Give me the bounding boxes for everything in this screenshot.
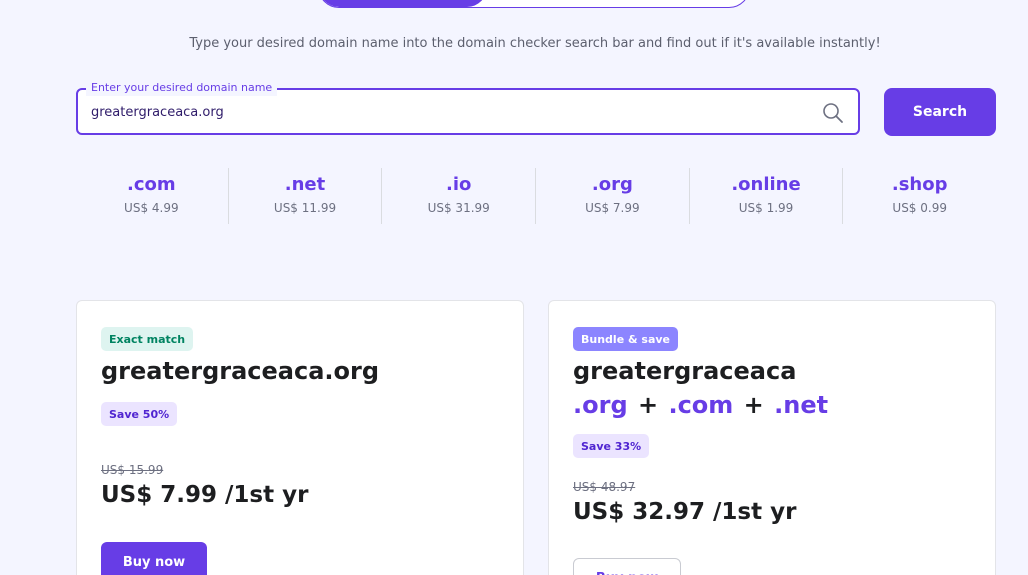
plus-sign: + <box>637 391 659 419</box>
page-subtitle: Type your desired domain name into the d… <box>189 36 881 51</box>
tld-name: .com <box>127 174 176 195</box>
bundle-ext-net: .net <box>774 391 829 419</box>
discounted-price: US$ 7.99 /1st yr <box>101 482 309 508</box>
tld-item-net[interactable]: .net US$ 11.99 <box>229 168 383 224</box>
original-price: US$ 15.99 <box>101 463 164 477</box>
search-icon[interactable] <box>822 102 844 124</box>
buy-bundle-button[interactable]: Buy now <box>573 558 681 575</box>
bundle-card: Bundle & save greatergraceaca .org + .co… <box>548 300 996 575</box>
exact-match-badge: Exact match <box>101 327 194 351</box>
tld-price: US$ 1.99 <box>738 201 794 215</box>
save-badge: Save 50% <box>101 402 178 426</box>
save-badge: Save 33% <box>573 434 650 458</box>
tld-price: US$ 7.99 <box>585 201 640 215</box>
search-mode-toggle[interactable] <box>318 0 750 8</box>
tld-item-org[interactable]: .org US$ 7.99 <box>536 168 690 224</box>
exact-match-domain: greatergraceaca.org <box>101 357 380 385</box>
tld-price: US$ 0.99 <box>892 201 947 215</box>
search-button[interactable]: Search <box>884 88 996 136</box>
bundle-extensions: .org + .com + .net <box>573 391 828 419</box>
tld-name: .net <box>284 174 326 195</box>
bundle-domain: greatergraceaca <box>573 357 797 385</box>
tab-inactive[interactable] <box>487 0 749 7</box>
tab-active[interactable] <box>319 0 487 7</box>
buy-now-button[interactable]: Buy now <box>101 542 207 575</box>
tld-name: .org <box>591 174 633 195</box>
bundle-ext-org: .org <box>573 391 628 419</box>
tld-name: .io <box>445 174 472 195</box>
domain-search-input[interactable] <box>91 100 791 124</box>
plus-sign: + <box>743 391 764 419</box>
discounted-price: US$ 32.97 /1st yr <box>573 499 797 525</box>
search-field-label: Enter your desired domain name <box>86 80 278 96</box>
tld-price: US$ 31.99 <box>427 201 490 215</box>
domain-search-field[interactable]: Enter your desired domain name <box>76 80 860 135</box>
tld-name: .shop <box>891 174 948 195</box>
tld-price: US$ 11.99 <box>273 201 337 215</box>
bundle-badge: Bundle & save <box>573 327 679 351</box>
domain-checker-page: Type your desired domain name into the d… <box>0 0 1028 575</box>
tld-item-shop[interactable]: .shop US$ 0.99 <box>843 168 996 224</box>
tld-price: US$ 4.99 <box>124 201 179 215</box>
original-price: US$ 48.97 <box>573 480 636 494</box>
tld-name: .online <box>731 174 801 195</box>
bundle-ext-com: .com <box>668 391 734 419</box>
tld-item-io[interactable]: .io US$ 31.99 <box>382 168 537 224</box>
tld-item-com[interactable]: .com US$ 4.99 <box>75 168 229 224</box>
tld-price-list: .com US$ 4.99 .net US$ 11.99 .io US$ 31.… <box>75 168 996 224</box>
exact-match-card: Exact match greatergraceaca.org Save 50%… <box>76 300 524 575</box>
tld-item-online[interactable]: .online US$ 1.99 <box>690 168 844 224</box>
